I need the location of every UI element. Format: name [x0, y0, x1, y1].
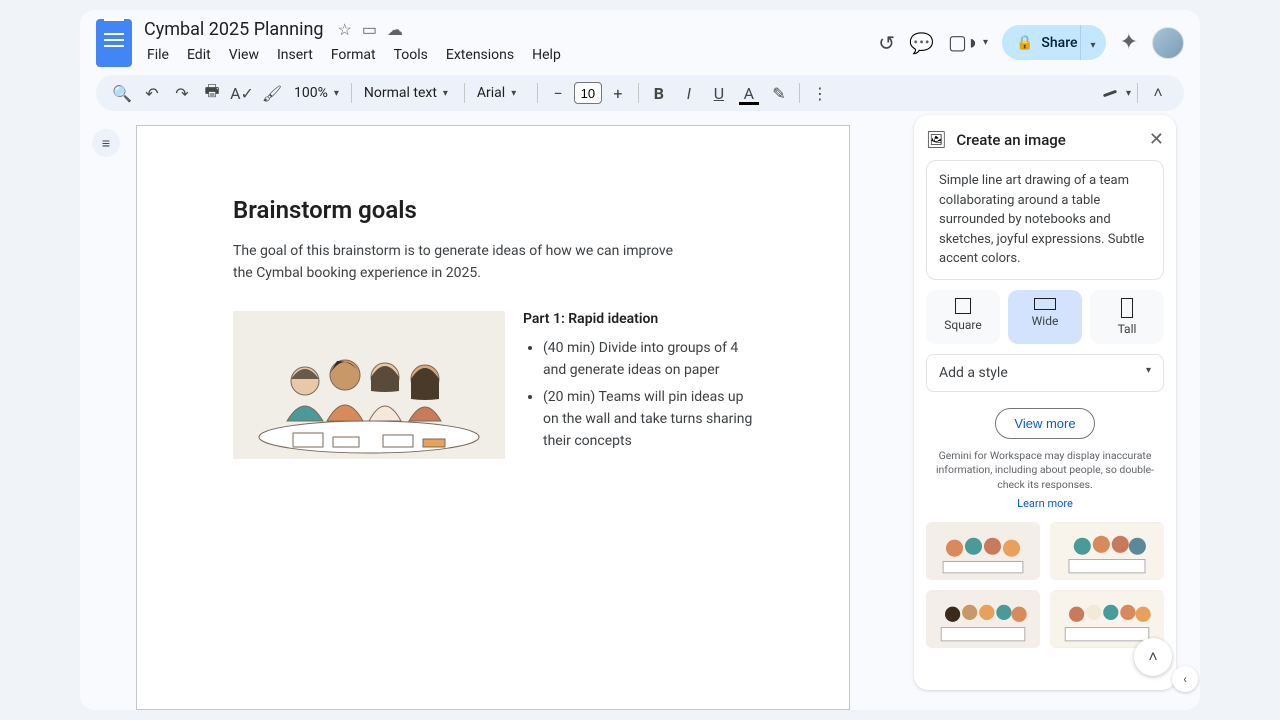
chevron-down-icon[interactable]: ▾: [1126, 88, 1131, 99]
image-result-1[interactable]: [926, 522, 1040, 580]
list-item[interactable]: (40 min) Divide into groups of 4 and gen…: [543, 337, 753, 382]
menu-extensions[interactable]: Extensions: [439, 43, 521, 67]
camera-icon: ▢◗: [948, 30, 979, 55]
create-image-panel: 🖼 Create an image ✕ Simple line art draw…: [914, 115, 1176, 690]
cloud-status-icon[interactable]: ☁: [387, 20, 403, 39]
document-title[interactable]: Cymbal 2025 Planning: [140, 18, 328, 41]
comments-icon[interactable]: 💬: [909, 31, 934, 55]
menu-bar: File Edit View Insert Format Tools Exten…: [140, 43, 870, 67]
print-icon[interactable]: 🖶: [198, 79, 226, 107]
share-button[interactable]: 🔒 Share: [1002, 25, 1092, 60]
tall-shape-icon: [1121, 298, 1133, 318]
list-item[interactable]: (20 min) Teams will pin ideas up on the …: [543, 386, 753, 453]
history-icon[interactable]: ↺: [878, 31, 895, 55]
increase-font-icon[interactable]: +: [604, 79, 632, 107]
paragraph-style-selector[interactable]: Normal text▾: [358, 81, 458, 105]
meet-button[interactable]: ▢◗ ▾: [948, 30, 988, 55]
move-icon[interactable]: ▭: [362, 20, 377, 39]
lock-icon: 🔒: [1016, 35, 1033, 51]
image-result-2[interactable]: [1050, 522, 1164, 580]
zoom-selector[interactable]: 100%▾: [288, 81, 345, 105]
menu-help[interactable]: Help: [525, 43, 568, 67]
paint-format-icon[interactable]: 🖌: [258, 79, 286, 107]
underline-icon[interactable]: U: [705, 79, 733, 107]
font-size-input[interactable]: [574, 82, 602, 104]
aspect-tall[interactable]: Tall: [1090, 290, 1164, 344]
view-more-button[interactable]: View more: [995, 408, 1094, 439]
scroll-top-button[interactable]: ˄: [1134, 638, 1172, 676]
collapse-sidepanel-icon[interactable]: ‹: [1172, 666, 1198, 692]
panel-title: Create an image: [956, 131, 1139, 149]
chevron-down-icon: ▾: [1091, 40, 1096, 51]
close-icon[interactable]: ✕: [1149, 129, 1164, 150]
text-color-icon[interactable]: A: [735, 79, 763, 107]
wide-shape-icon: [1034, 298, 1056, 310]
outline-toggle-icon[interactable]: ≡: [92, 129, 120, 157]
bullet-list[interactable]: (40 min) Divide into groups of 4 and gen…: [523, 337, 753, 453]
square-shape-icon: [955, 298, 971, 314]
inline-image[interactable]: [233, 311, 505, 459]
image-result-3[interactable]: [926, 590, 1040, 648]
spellcheck-icon[interactable]: A✓: [228, 79, 256, 107]
account-avatar[interactable]: [1152, 27, 1184, 59]
aspect-wide[interactable]: Wide: [1008, 290, 1082, 344]
docs-logo-icon[interactable]: [96, 19, 132, 67]
highlight-icon[interactable]: ✎: [765, 79, 793, 107]
bold-icon[interactable]: B: [645, 79, 673, 107]
italic-icon[interactable]: I: [675, 79, 703, 107]
chevron-down-icon: ▾: [1146, 365, 1151, 381]
collapse-toolbar-icon[interactable]: ˄: [1144, 79, 1172, 107]
redo-icon[interactable]: ↷: [168, 79, 196, 107]
share-dropdown[interactable]: ▾: [1080, 25, 1106, 60]
share-label: Share: [1041, 35, 1077, 51]
image-icon: 🖼: [926, 130, 946, 149]
prompt-textarea[interactable]: Simple line art drawing of a team collab…: [926, 160, 1164, 280]
disclaimer-text: Gemini for Workspace may display inaccur…: [926, 449, 1164, 493]
menu-file[interactable]: File: [140, 43, 176, 67]
intro-paragraph[interactable]: The goal of this brainstorm is to genera…: [233, 240, 693, 285]
menu-view[interactable]: View: [222, 43, 266, 67]
editing-mode-icon[interactable]: [1096, 79, 1124, 107]
undo-icon[interactable]: ↶: [138, 79, 166, 107]
menu-tools[interactable]: Tools: [387, 43, 435, 67]
decrease-font-icon[interactable]: −: [544, 79, 572, 107]
font-selector[interactable]: Arial▾: [471, 81, 531, 105]
search-icon[interactable]: 🔍: [108, 79, 136, 107]
learn-more-link[interactable]: Learn more: [926, 497, 1164, 510]
part1-title[interactable]: Part 1: Rapid ideation: [523, 311, 753, 327]
toolbar: 🔍 ↶ ↷ 🖶 A✓ 🖌 100%▾ Normal text▾ Arial▾ −…: [96, 75, 1184, 111]
star-icon[interactable]: ☆: [338, 20, 352, 39]
chevron-down-icon: ▾: [983, 37, 988, 48]
menu-format[interactable]: Format: [324, 43, 383, 67]
document-page[interactable]: Brainstorm goals The goal of this brains…: [136, 125, 850, 710]
aspect-square[interactable]: Square: [926, 290, 1000, 344]
gemini-icon[interactable]: ✦: [1120, 30, 1138, 55]
style-selector[interactable]: Add a style ▾: [926, 354, 1164, 392]
menu-edit[interactable]: Edit: [180, 43, 218, 67]
heading-1[interactable]: Brainstorm goals: [233, 196, 753, 224]
menu-insert[interactable]: Insert: [270, 43, 320, 67]
more-options-icon[interactable]: ⋮: [806, 79, 834, 107]
